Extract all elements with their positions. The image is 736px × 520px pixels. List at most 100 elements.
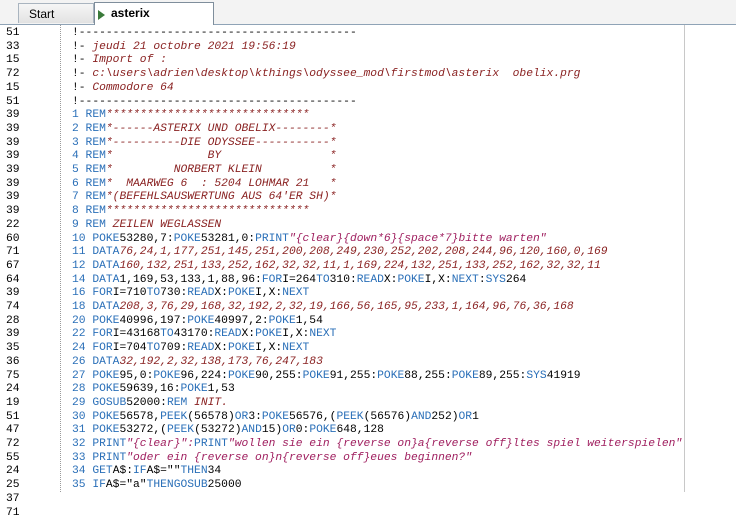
gutter-number: 71: [6, 507, 20, 520]
code-line[interactable]: 31 POKE53272,(PEEK(53272)AND15)OR0:POKE6…: [72, 424, 384, 438]
code-area[interactable]: !---------------------------------------…: [62, 25, 736, 492]
code-line[interactable]: 3 REM*----------DIE ODYSSEE-----------*: [72, 137, 336, 151]
code-line[interactable]: !- c:\users\adrien\desktop\kthings\odyss…: [72, 68, 580, 82]
gutter-number: 15: [6, 54, 20, 68]
code-token: 14 DATA: [72, 274, 119, 286]
code-line[interactable]: 4 REM* BY *: [72, 150, 336, 164]
code-line[interactable]: 12 DATA160,132,251,133,252,162,32,32,11,…: [72, 260, 601, 274]
code-token: OR: [235, 411, 249, 423]
code-line[interactable]: 11 DATA76,24,1,177,251,145,251,200,208,2…: [72, 246, 608, 260]
code-line[interactable]: 10 POKE53280,7:POKE53281,0:PRINT"{clear}…: [72, 233, 547, 247]
code-token: NEXT: [282, 342, 309, 354]
code-token: * NORBERT KLEIN *: [106, 164, 337, 176]
code-token: X:: [384, 274, 398, 286]
active-tab-marker-icon: [98, 10, 105, 20]
code-line[interactable]: 9 REM ZEILEN WEGLASSEN: [72, 219, 221, 233]
code-token: 59639,16:: [119, 383, 180, 395]
code-token: POKE: [452, 370, 479, 382]
code-line[interactable]: 7 REM*(BEFEHLSAUSWERTUNG AUS 64'ER SH)*: [72, 191, 336, 205]
code-token: *----------DIE ODYSSEE-----------*: [106, 137, 337, 149]
code-token: NEXT: [309, 328, 336, 340]
line-number-gutter: 5133157215513939393939393939226071676439…: [0, 25, 60, 492]
code-line[interactable]: !---------------------------------------…: [72, 96, 357, 110]
code-token: 1,169,53,133,1,88,96:: [119, 274, 261, 286]
tab-asterix-obelix[interactable]: asterix obelix.bas: [94, 2, 214, 25]
code-token: IF: [133, 465, 147, 477]
code-token: OR: [282, 424, 296, 436]
code-line[interactable]: 33 PRINT"oder ein {reverse on}n{reverse …: [72, 452, 472, 466]
code-token: 76,24,1,177,251,145,251,200,208,249,230,…: [119, 246, 607, 258]
code-token: *(BEFEHLSAUSWERTUNG AUS 64'ER SH)*: [106, 191, 337, 203]
code-line[interactable]: 16 FORI=710TO730:READX:POKEI,X:NEXT: [72, 287, 309, 301]
code-token: GET: [92, 465, 112, 477]
code-token: 33: [72, 452, 92, 464]
code-token: PEEK: [167, 424, 194, 436]
code-token: * MAARWEG 6 : 5204 LOHMAR 21 *: [106, 178, 337, 190]
code-token: 7 REM: [72, 191, 106, 203]
tab-start-page[interactable]: Start Page: [18, 3, 94, 23]
code-token: POKE: [92, 424, 119, 436]
code-token: X:: [242, 328, 256, 340]
code-token: 1,53: [208, 383, 235, 395]
code-line[interactable]: 6 REM* MAARWEG 6 : 5204 LOHMAR 21 *: [72, 178, 336, 192]
code-line[interactable]: 5 REM* NORBERT KLEIN *: [72, 164, 336, 178]
gutter-number: 39: [6, 164, 20, 178]
code-line[interactable]: 32 PRINT"{clear}":PRINT"wollen sie ein {…: [72, 438, 682, 452]
code-token: 10: [72, 233, 92, 245]
code-token: !-: [72, 82, 92, 94]
gutter-number: 74: [6, 301, 20, 315]
code-token: PRINT: [255, 233, 289, 245]
code-token: FOR: [92, 287, 112, 299]
code-line[interactable]: !- jeudi 21 octobre 2021 19:56:19: [72, 41, 296, 55]
code-line[interactable]: 22 FORI=43168TO43170:READX:POKEI,X:NEXT: [72, 328, 336, 342]
gutter-number: 24: [6, 383, 20, 397]
code-token: AND: [411, 411, 431, 423]
code-line[interactable]: 35 IFA$="a"THENGOSUB25000: [72, 479, 242, 492]
code-token: REM: [167, 397, 187, 409]
code-line[interactable]: 8 REM******************************: [72, 205, 309, 219]
code-line[interactable]: !- Commodore 64: [72, 82, 174, 96]
code-line[interactable]: 18 DATA208,3,76,29,168,32,192,2,32,19,16…: [72, 301, 574, 315]
code-line[interactable]: 29 GOSUB52000:REM INIT.: [72, 397, 228, 411]
code-token: READ: [357, 274, 384, 286]
code-line[interactable]: 20 POKE40996,197:POKE40997,2:POKE1,54: [72, 315, 323, 329]
code-token: "{clear}":: [126, 438, 194, 450]
code-line[interactable]: 2 REM*------ASTERIX UND OBELIX--------*: [72, 123, 336, 137]
code-token: 56578,: [119, 411, 160, 423]
gutter-number: 39: [6, 109, 20, 123]
code-token: PEEK: [336, 411, 363, 423]
code-token: GOSUB: [174, 479, 208, 491]
code-line[interactable]: 27 POKE95,0:POKE96,224:POKE90,255:POKE91…: [72, 370, 581, 384]
code-token: !-: [72, 54, 92, 66]
code-line[interactable]: !- Import of :: [72, 54, 167, 68]
vertical-guide-line: [684, 25, 685, 492]
code-line[interactable]: 34 GETA$:IFA$=""THEN34: [72, 465, 221, 479]
code-line[interactable]: 26 DATA32,192,2,32,138,173,76,247,183: [72, 356, 323, 370]
code-token: TO: [316, 274, 330, 286]
gutter-number: 33: [6, 41, 20, 55]
code-token: POKE: [174, 233, 201, 245]
code-token: SYS: [486, 274, 506, 286]
code-token: 32: [72, 438, 92, 450]
code-token: ZEILEN WEGLASSEN: [106, 219, 221, 231]
gutter-number: 35: [6, 342, 20, 356]
gutter-number: 75: [6, 370, 20, 384]
code-editor[interactable]: 5133157215513939393939393939226071676439…: [0, 25, 736, 492]
gutter-number: 36: [6, 356, 20, 370]
code-token: POKE: [180, 383, 207, 395]
code-token: POKE: [228, 370, 255, 382]
code-token: 6 REM: [72, 178, 106, 190]
code-token: GOSUB: [92, 397, 126, 409]
code-token: I=43168: [113, 328, 160, 340]
code-line[interactable]: 30 POKE56578,PEEK(56578)OR3:POKE56576,(P…: [72, 411, 479, 425]
code-token: Commodore 64: [92, 82, 173, 94]
code-line[interactable]: 28 POKE59639,16:POKE1,53: [72, 383, 235, 397]
code-line[interactable]: 1 REM******************************: [72, 109, 309, 123]
code-token: 34: [208, 465, 222, 477]
code-token: X:: [214, 287, 228, 299]
code-line[interactable]: !---------------------------------------…: [72, 27, 357, 41]
code-line[interactable]: 14 DATA1,169,53,133,1,88,96:FORI=264TO31…: [72, 274, 526, 288]
gutter-number: 60: [6, 233, 20, 247]
code-token: POKE: [377, 370, 404, 382]
code-line[interactable]: 24 FORI=704TO709:READX:POKEI,X:NEXT: [72, 342, 309, 356]
